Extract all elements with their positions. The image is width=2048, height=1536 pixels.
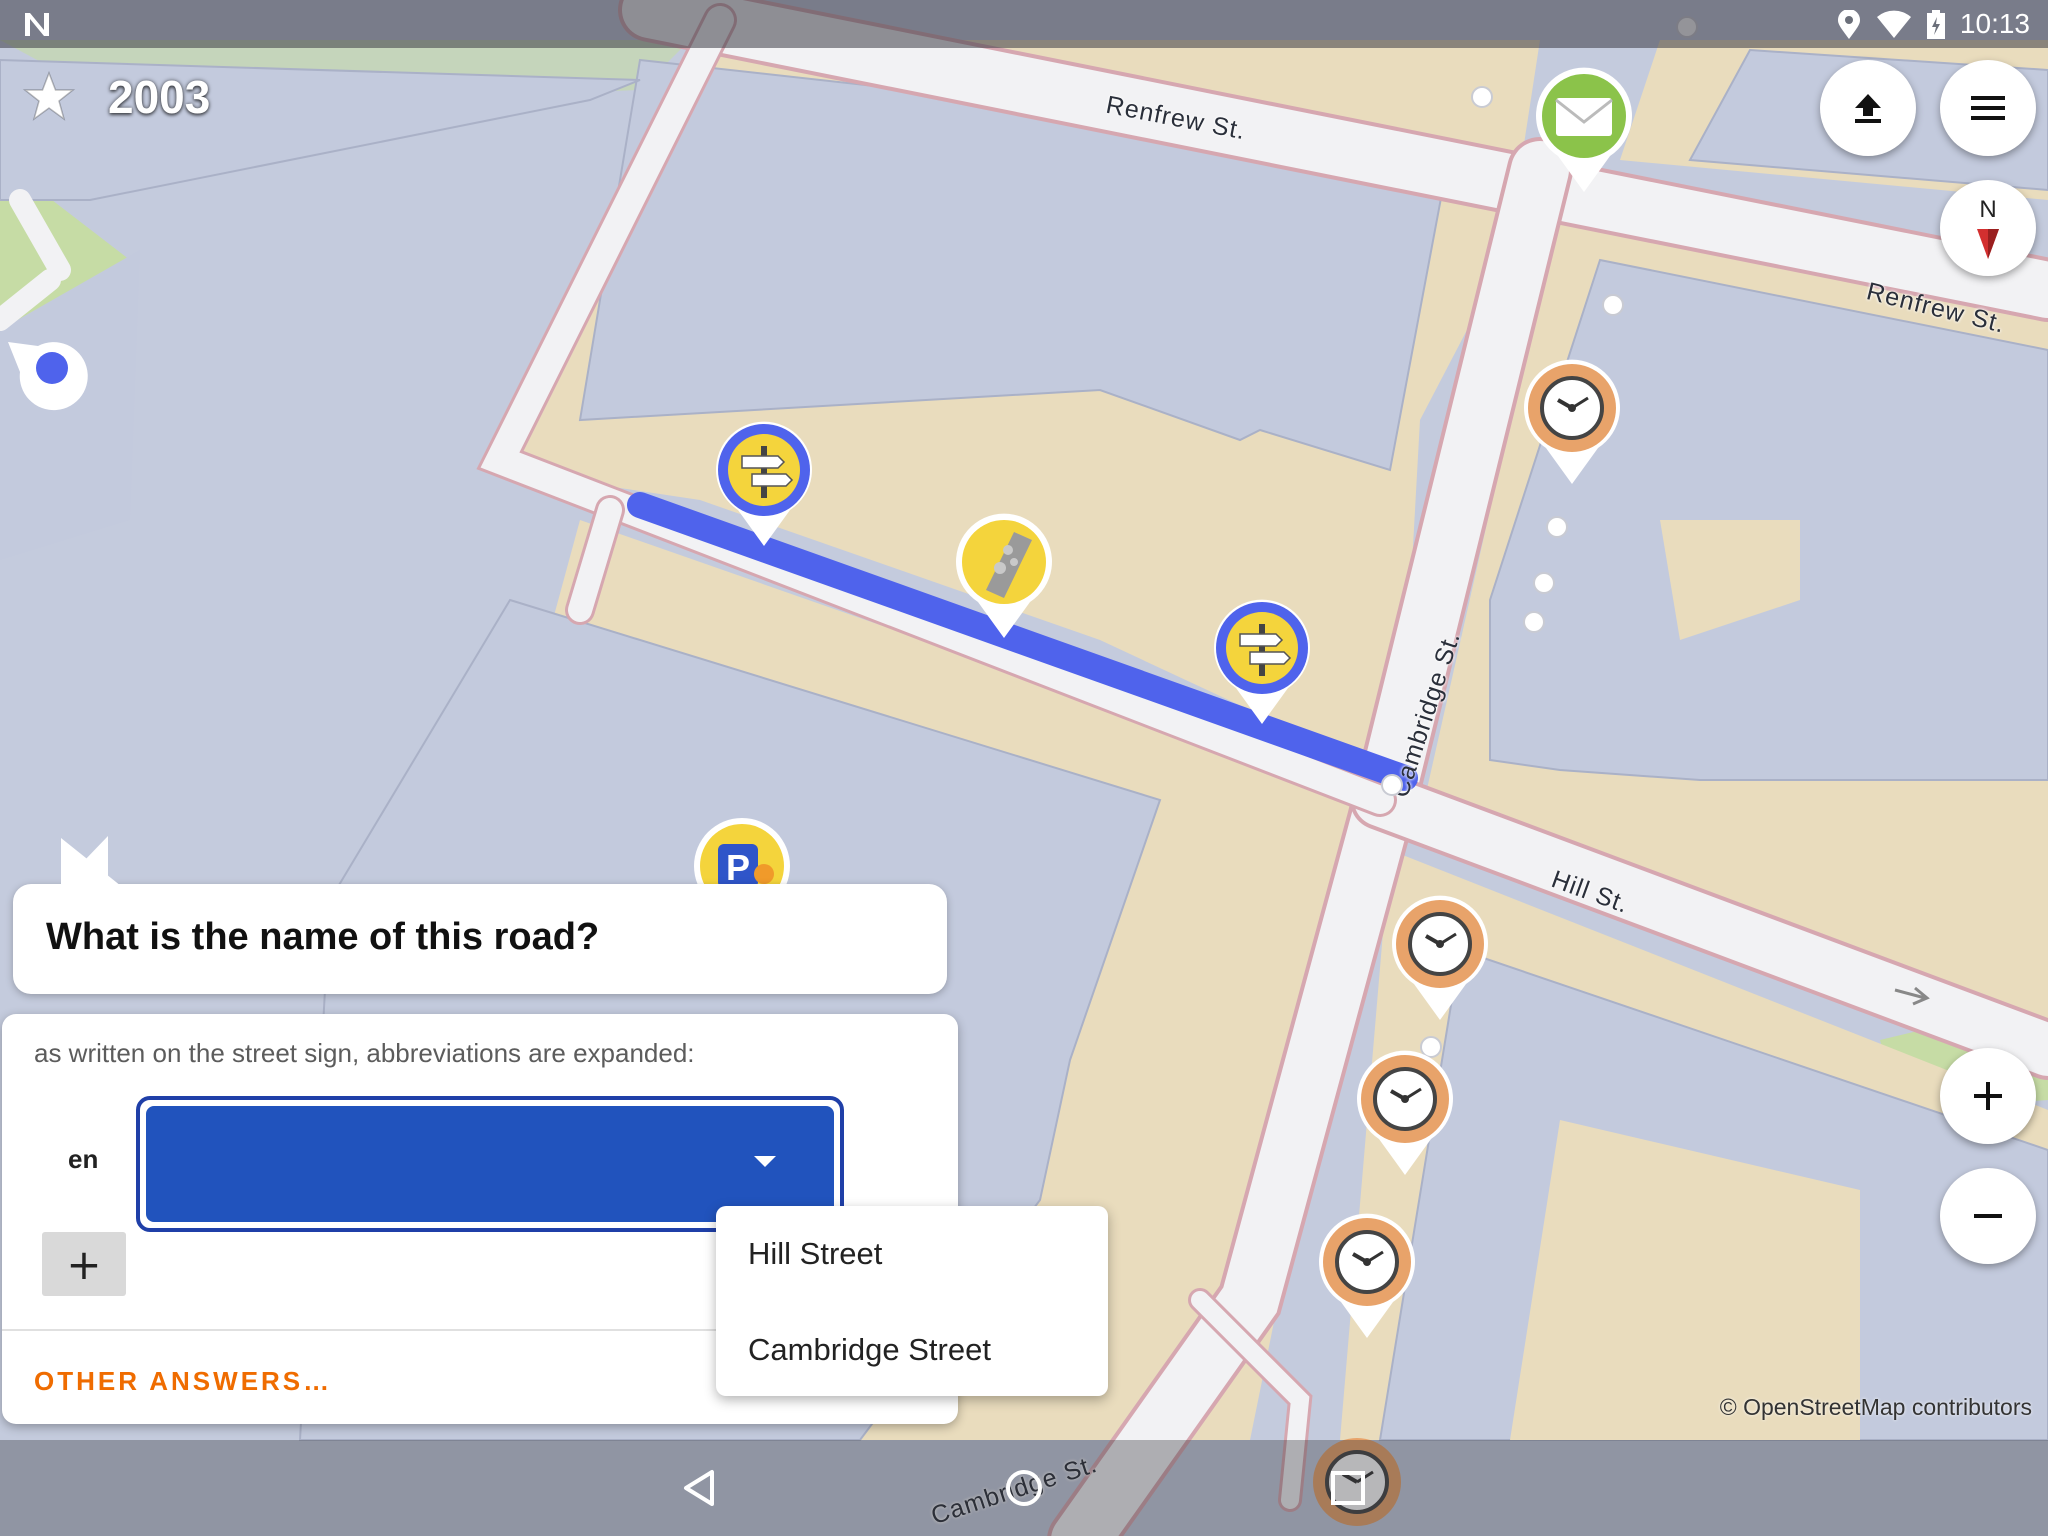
signpost-quest-pin[interactable] <box>712 418 816 548</box>
quest-title: What is the name of this road? <box>46 916 600 958</box>
surface-quest-pin[interactable] <box>952 510 1056 640</box>
zoom-out-icon <box>1974 1214 2002 1218</box>
home-icon <box>1006 1470 1042 1506</box>
status-bar: 10:13 <box>0 0 2048 48</box>
map-node-dot[interactable] <box>1471 86 1493 108</box>
recents-button[interactable] <box>1320 1460 1376 1516</box>
mailbox-quest-pin[interactable] <box>1532 64 1636 194</box>
zoom-out-button[interactable] <box>1940 1168 2036 1264</box>
suggestion-item[interactable]: Cambridge Street <box>748 1332 991 1368</box>
opening-hours-quest-pin[interactable] <box>1315 1210 1419 1340</box>
map-node-dot[interactable] <box>1533 572 1555 594</box>
menu-icon <box>1971 96 2005 120</box>
map-node-dot[interactable] <box>1381 774 1403 796</box>
suggestion-item[interactable]: Hill Street <box>748 1236 882 1272</box>
location-icon <box>1836 9 1862 45</box>
home-button[interactable] <box>996 1460 1052 1516</box>
navigation-bar <box>0 1440 2048 1536</box>
back-icon <box>684 1470 714 1506</box>
quest-title-bubble: What is the name of this road? <box>13 838 947 994</box>
upload-button[interactable] <box>1820 60 1916 156</box>
wifi-icon <box>1876 10 1912 45</box>
status-time: 10:13 <box>1959 8 2030 39</box>
name-suggestions-dropdown: Hill Street Cambridge Street <box>716 1206 1108 1396</box>
language-code-label[interactable]: en <box>68 1144 98 1175</box>
notification-n-icon <box>22 10 52 43</box>
compass-icon <box>1977 229 1999 259</box>
menu-button[interactable] <box>1940 60 2036 156</box>
opening-hours-quest-pin[interactable] <box>1520 356 1624 486</box>
map-attribution[interactable]: © OpenStreetMap contributors <box>1720 1394 2032 1421</box>
quest-hint: as written on the street sign, abbreviat… <box>34 1038 695 1068</box>
road-name-input-value[interactable] <box>146 1106 834 1222</box>
answer-count[interactable]: 2003 <box>108 70 210 124</box>
back-button[interactable] <box>672 1460 728 1516</box>
signpost-quest-pin[interactable] <box>1210 596 1314 726</box>
speech-bubble-tail <box>58 836 108 888</box>
compass-button[interactable]: N <box>1940 180 2036 276</box>
battery-icon <box>1926 10 1946 45</box>
upload-icon <box>1855 94 1881 123</box>
zoom-in-button[interactable] <box>1940 1048 2036 1144</box>
map-node-dot[interactable] <box>1546 516 1568 538</box>
opening-hours-quest-pin[interactable] <box>1353 1047 1457 1177</box>
map-node-dot[interactable] <box>1523 611 1545 633</box>
add-language-button[interactable]: + <box>42 1232 126 1296</box>
compass-north-label: N <box>1979 196 1997 223</box>
recents-icon <box>1331 1471 1365 1505</box>
star-icon[interactable] <box>22 70 76 124</box>
svg-text:P: P <box>726 847 750 888</box>
zoom-in-icon <box>1974 1082 2002 1110</box>
current-location-marker[interactable] <box>8 332 92 416</box>
other-answers-button[interactable]: OTHER ANSWERS… <box>34 1366 332 1397</box>
map-node-dot[interactable] <box>1602 294 1624 316</box>
dropdown-arrow-icon[interactable] <box>754 1156 776 1167</box>
opening-hours-quest-pin[interactable] <box>1388 892 1492 1022</box>
